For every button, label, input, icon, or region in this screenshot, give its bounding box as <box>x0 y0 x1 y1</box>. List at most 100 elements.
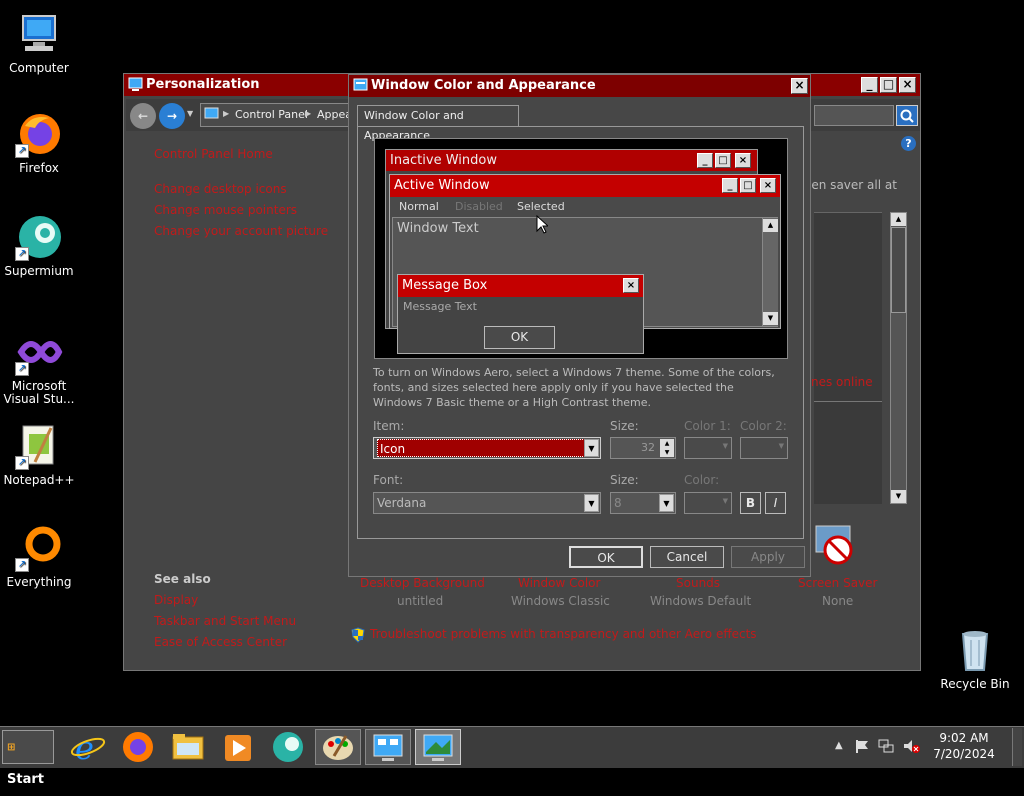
scroll-thumb[interactable] <box>891 227 906 313</box>
desktop-icon-computer[interactable]: Computer <box>0 10 78 75</box>
color1-picker[interactable]: ▼ <box>684 437 732 459</box>
themes-scrollbar[interactable]: ▲ ▼ <box>890 212 907 504</box>
breadcrumb-separator-icon: ▶ <box>305 109 312 118</box>
chevron-down-icon: ▼ <box>778 442 784 450</box>
item-select[interactable]: Icon ▼ <box>373 437 601 459</box>
spin-up-icon[interactable]: ▲ <box>660 439 674 448</box>
desktop-icon-label: Firefox <box>19 161 59 175</box>
message-box-title: Message Box <box>398 275 643 297</box>
paint-palette-icon <box>323 735 353 760</box>
back-button[interactable]: ← <box>130 103 156 129</box>
size-label: Size: <box>610 419 639 433</box>
recycle-bin-icon <box>951 626 999 674</box>
dialog-close-button[interactable]: × <box>791 78 808 94</box>
menu-normal: Normal <box>399 200 439 213</box>
ease-of-access-link[interactable]: Ease of Access Center <box>154 635 287 649</box>
desktop-icon-recycle-bin[interactable]: Recycle Bin <box>936 626 1014 691</box>
show-desktop-button[interactable] <box>1012 728 1022 766</box>
maximize-button[interactable]: □ <box>880 77 897 93</box>
dialog-title: Window Color and Appearance <box>371 78 596 93</box>
sounds-value: Windows Default <box>650 594 752 608</box>
window-color-link[interactable]: Window Color <box>518 576 600 590</box>
desktop-background-link[interactable]: Desktop Background <box>360 576 485 590</box>
clock-time[interactable]: 9:02 AM <box>930 731 998 745</box>
change-mouse-pointers-link[interactable]: Change mouse pointers <box>154 203 297 217</box>
dialog-titlebar[interactable]: Window Color and Appearance <box>349 75 810 97</box>
desktop-icon-everything[interactable]: ↗ Everything <box>0 524 78 589</box>
ok-button[interactable]: OK <box>569 546 643 568</box>
size-spinner[interactable]: 32 ▲ ▼ <box>610 437 676 459</box>
screen-saver-link[interactable]: Screen Saver <box>798 576 877 590</box>
desktop-icon-label: Supermium <box>4 264 74 278</box>
help-icon[interactable]: ? <box>901 136 916 151</box>
change-desktop-icons-link[interactable]: Change desktop icons <box>154 182 287 196</box>
maximize-icon: □ <box>740 178 756 193</box>
history-dropdown-icon[interactable]: ▼ <box>187 109 193 118</box>
action-center-flag-icon[interactable] <box>854 738 870 757</box>
scroll-down-arrow-icon[interactable]: ▼ <box>891 490 906 503</box>
color2-picker[interactable]: ▼ <box>740 437 788 459</box>
forward-button[interactable]: → <box>159 103 185 129</box>
taskbar-start-menu-link[interactable]: Taskbar and Start Menu <box>154 614 296 628</box>
display-link[interactable]: Display <box>154 593 198 607</box>
change-account-picture-link[interactable]: Change your account picture <box>154 224 328 238</box>
start-label: Start <box>7 772 44 787</box>
cancel-button[interactable]: Cancel <box>650 546 724 568</box>
taskbar-paint[interactable] <box>315 729 361 765</box>
color1-label: Color 1: <box>684 419 731 433</box>
desktop-icon-supermium[interactable]: ↗ Supermium <box>0 213 78 278</box>
desktop-icon-visual-studio[interactable]: ↗ Microsoft Visual Stu... <box>0 328 78 406</box>
taskbar-control-panel[interactable] <box>365 729 411 765</box>
minimize-button[interactable]: _ <box>861 77 878 93</box>
taskbar-file-explorer[interactable] <box>169 729 207 765</box>
supermium-icon: ↗ <box>15 213 63 261</box>
taskbar-media-player[interactable] <box>219 729 257 765</box>
apply-button[interactable]: Apply <box>731 546 805 568</box>
volume-muted-icon[interactable] <box>902 738 920 757</box>
desktop-icon-label: Computer <box>9 61 69 75</box>
clock-date[interactable]: 7/20/2024 <box>926 747 1002 761</box>
troubleshoot-aero-link[interactable]: Troubleshoot problems with transparency … <box>370 627 757 641</box>
breadcrumb-item[interactable]: Appea <box>317 108 352 121</box>
font-select[interactable]: Verdana ▼ <box>373 492 601 514</box>
message-box-ok-button: OK <box>484 326 555 349</box>
screen-saver-preview-icon[interactable] <box>814 524 860 566</box>
mouse-cursor-icon <box>536 214 550 235</box>
font-size-select[interactable]: 8 ▼ <box>610 492 676 514</box>
search-button[interactable] <box>896 105 918 126</box>
appearance-icon <box>353 78 368 93</box>
font-color-label: Color: <box>684 473 720 487</box>
close-button[interactable]: × <box>899 77 916 93</box>
notepadpp-icon: ↗ <box>15 422 63 470</box>
taskbar-personalization[interactable] <box>415 729 461 765</box>
network-icon[interactable] <box>878 738 894 757</box>
font-color-picker[interactable]: ▼ <box>684 492 732 514</box>
breadcrumb-item[interactable]: Control Panel <box>235 108 308 121</box>
item-select-value: Icon <box>377 439 585 457</box>
italic-button[interactable]: I <box>765 492 786 514</box>
shortcut-arrow-icon: ↗ <box>15 362 29 376</box>
desktop-icon-label: Microsoft Visual Stu... <box>3 379 75 406</box>
taskbar-internet-explorer[interactable]: e <box>69 729 107 767</box>
folder-icon <box>172 734 204 760</box>
scroll-up-arrow-icon[interactable]: ▲ <box>891 213 906 226</box>
taskbar-supermium[interactable] <box>269 729 307 765</box>
see-also-heading: See also <box>154 572 211 586</box>
show-hidden-icons-icon[interactable]: ▲ <box>835 740 843 751</box>
personalization-icon <box>423 734 453 761</box>
start-button[interactable]: ⊞ Start <box>2 730 54 787</box>
minimize-icon: _ <box>722 178 738 193</box>
control-panel-home-link[interactable]: Control Panel Home <box>154 147 273 161</box>
bold-button[interactable]: B <box>740 492 761 514</box>
desktop-icon-notepadpp[interactable]: ↗ Notepad++ <box>0 422 78 487</box>
sounds-link[interactable]: Sounds <box>676 576 720 590</box>
desktop-icon-firefox[interactable]: ↗ Firefox <box>0 110 78 175</box>
firefox-icon <box>123 732 153 762</box>
search-box[interactable] <box>814 105 894 126</box>
get-more-themes-link[interactable]: nes online <box>811 375 873 389</box>
themes-list <box>814 212 882 504</box>
taskbar-firefox[interactable] <box>119 729 157 765</box>
address-bar[interactable]: ▶ Control Panel ▶ Appea <box>200 103 352 127</box>
spin-down-icon[interactable]: ▼ <box>660 448 674 457</box>
tab-window-color[interactable]: Window Color and Appearance <box>357 105 519 142</box>
